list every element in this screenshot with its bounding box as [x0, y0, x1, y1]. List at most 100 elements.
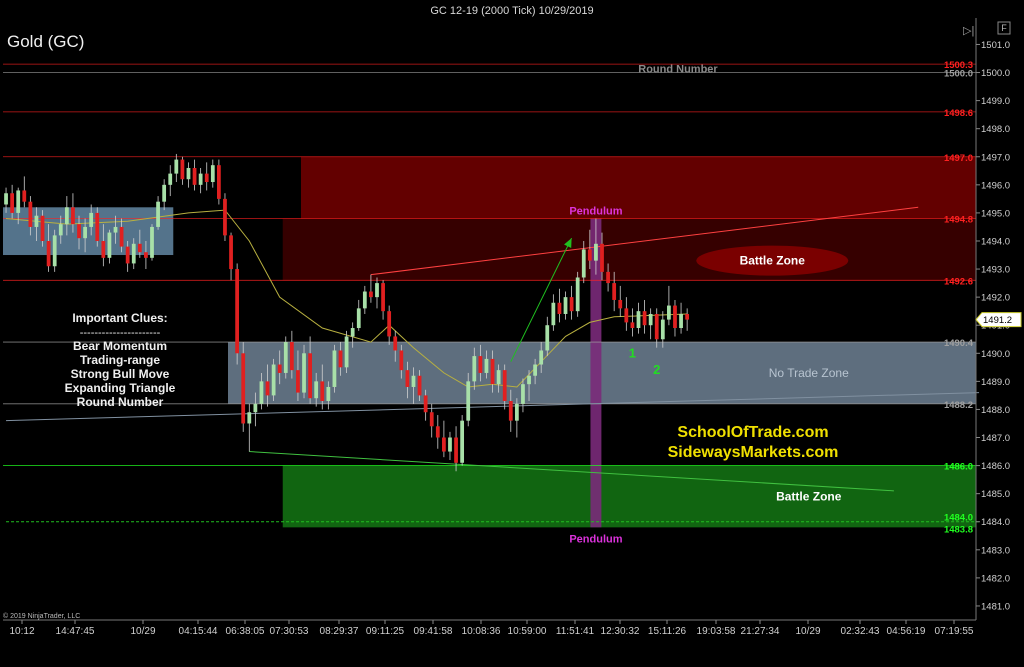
- y-tick-label: 1485.0: [981, 489, 1010, 500]
- candle-body: [569, 297, 574, 312]
- candle-body: [83, 226, 87, 239]
- y-tick-label: 1488.0: [981, 405, 1010, 416]
- chart-panel[interactable]: No Trade Zone Battle Zone Pendulum Pendulum…: [0, 0, 1024, 662]
- pendulum-top-label: Pendulum: [569, 206, 622, 218]
- candle-body: [131, 243, 136, 264]
- candle-body: [685, 313, 690, 320]
- x-tick-label: 02:32:43: [841, 626, 880, 637]
- candle-body: [198, 173, 203, 185]
- candle-body: [125, 246, 130, 264]
- candle-body: [308, 353, 312, 399]
- price-level-label: 1500.0: [944, 69, 973, 80]
- candle-body: [64, 207, 69, 225]
- x-tick-label: 07:30:53: [270, 626, 309, 637]
- candle-body: [581, 249, 586, 278]
- candle-body: [527, 375, 531, 385]
- candle-body: [654, 313, 659, 340]
- price-level-label: 1494.8: [944, 215, 973, 226]
- candle-body: [563, 297, 568, 314]
- candle-body: [636, 311, 641, 329]
- candle-body: [4, 193, 8, 205]
- candle-body: [508, 401, 513, 421]
- y-tick-label: 1501.0: [981, 40, 1010, 51]
- candle-body: [265, 381, 270, 396]
- candle-body: [539, 350, 544, 365]
- candle-body: [405, 370, 410, 387]
- candle-body: [107, 232, 112, 258]
- candle-body: [332, 350, 337, 387]
- candle-body: [594, 243, 598, 261]
- candle-body: [630, 322, 635, 329]
- clue-item: Bear Momentum: [73, 339, 167, 353]
- candle-body: [22, 190, 27, 202]
- candle-body: [162, 184, 167, 202]
- y-tick-label: 1500.0: [981, 68, 1010, 79]
- candle-body: [229, 235, 233, 270]
- price-level-label: 1498.6: [944, 108, 973, 119]
- candle-body: [302, 353, 306, 393]
- candle-body: [40, 215, 45, 241]
- zone-resistance-lower: [282, 218, 976, 281]
- candle-body: [137, 243, 142, 253]
- candle-body: [28, 201, 33, 227]
- clues-title: Important Clues:: [72, 311, 167, 325]
- y-tick-label: 1495.0: [981, 208, 1010, 219]
- candle-body: [71, 207, 75, 225]
- price-level-label: 1488.2: [944, 400, 973, 411]
- clue-item: Expanding Triangle: [65, 381, 176, 395]
- candle-body: [338, 350, 343, 368]
- play-button[interactable]: ▷|: [963, 25, 974, 37]
- candle-body: [350, 328, 355, 337]
- candle-body: [521, 384, 525, 404]
- candle-body: [296, 370, 300, 393]
- candle-body: [259, 381, 264, 404]
- candle-body: [502, 370, 507, 402]
- x-tick-label: 09:11:25: [366, 626, 405, 637]
- f-button-label[interactable]: F: [1001, 23, 1007, 33]
- candlestick-chart[interactable]: No Trade Zone Battle Zone Pendulum Pendulum…: [0, 0, 1024, 662]
- candle-body: [210, 165, 215, 183]
- candle-body: [612, 283, 617, 300]
- candle-body: [575, 277, 580, 312]
- candle-body: [119, 226, 124, 247]
- round-number-note: Round Number: [638, 64, 718, 76]
- candle-body: [77, 224, 81, 239]
- y-tick-label: 1484.0: [981, 517, 1010, 528]
- battle-zone-upper-label: Battle Zone: [740, 254, 806, 268]
- candle-body: [435, 426, 440, 438]
- x-tick-label: 19:03:58: [697, 626, 736, 637]
- candle-body: [150, 226, 154, 258]
- candle-body: [466, 381, 471, 421]
- y-tick-label: 1499.0: [981, 96, 1010, 107]
- candle-body: [387, 311, 392, 337]
- clue-item: Trading-range: [80, 353, 160, 367]
- x-tick-label: 11:51:41: [556, 626, 595, 637]
- x-tick-label: 04:15:44: [179, 626, 218, 637]
- candle-body: [89, 212, 94, 227]
- x-tick-label: 10/29: [795, 626, 820, 637]
- candle-body: [192, 167, 197, 185]
- candle-body: [156, 201, 160, 227]
- x-tick-label: 09:41:58: [414, 626, 453, 637]
- candle-body: [417, 375, 422, 396]
- candle-body: [484, 358, 489, 373]
- clue-item: Round Number: [77, 395, 164, 409]
- x-tick-label: 21:27:34: [741, 626, 780, 637]
- candle-body: [496, 370, 501, 385]
- candle-body: [423, 395, 428, 413]
- y-tick-label: 1497.0: [981, 152, 1010, 163]
- price-level-label: 1484.0: [944, 513, 973, 524]
- x-tick-label: 10:12: [9, 626, 34, 637]
- wave-label: 1: [629, 345, 636, 360]
- candle-body: [277, 364, 282, 373]
- y-tick-label: 1483.0: [981, 545, 1010, 556]
- candle-body: [673, 305, 677, 329]
- candle-body: [618, 299, 623, 309]
- candle-body: [557, 302, 562, 314]
- candle-body: [624, 308, 629, 323]
- price-level-label: 1483.8: [944, 524, 973, 535]
- candle-body: [271, 364, 276, 396]
- price-level-label: 1497.0: [944, 153, 973, 164]
- candle-body: [667, 305, 671, 320]
- candle-body: [369, 291, 373, 298]
